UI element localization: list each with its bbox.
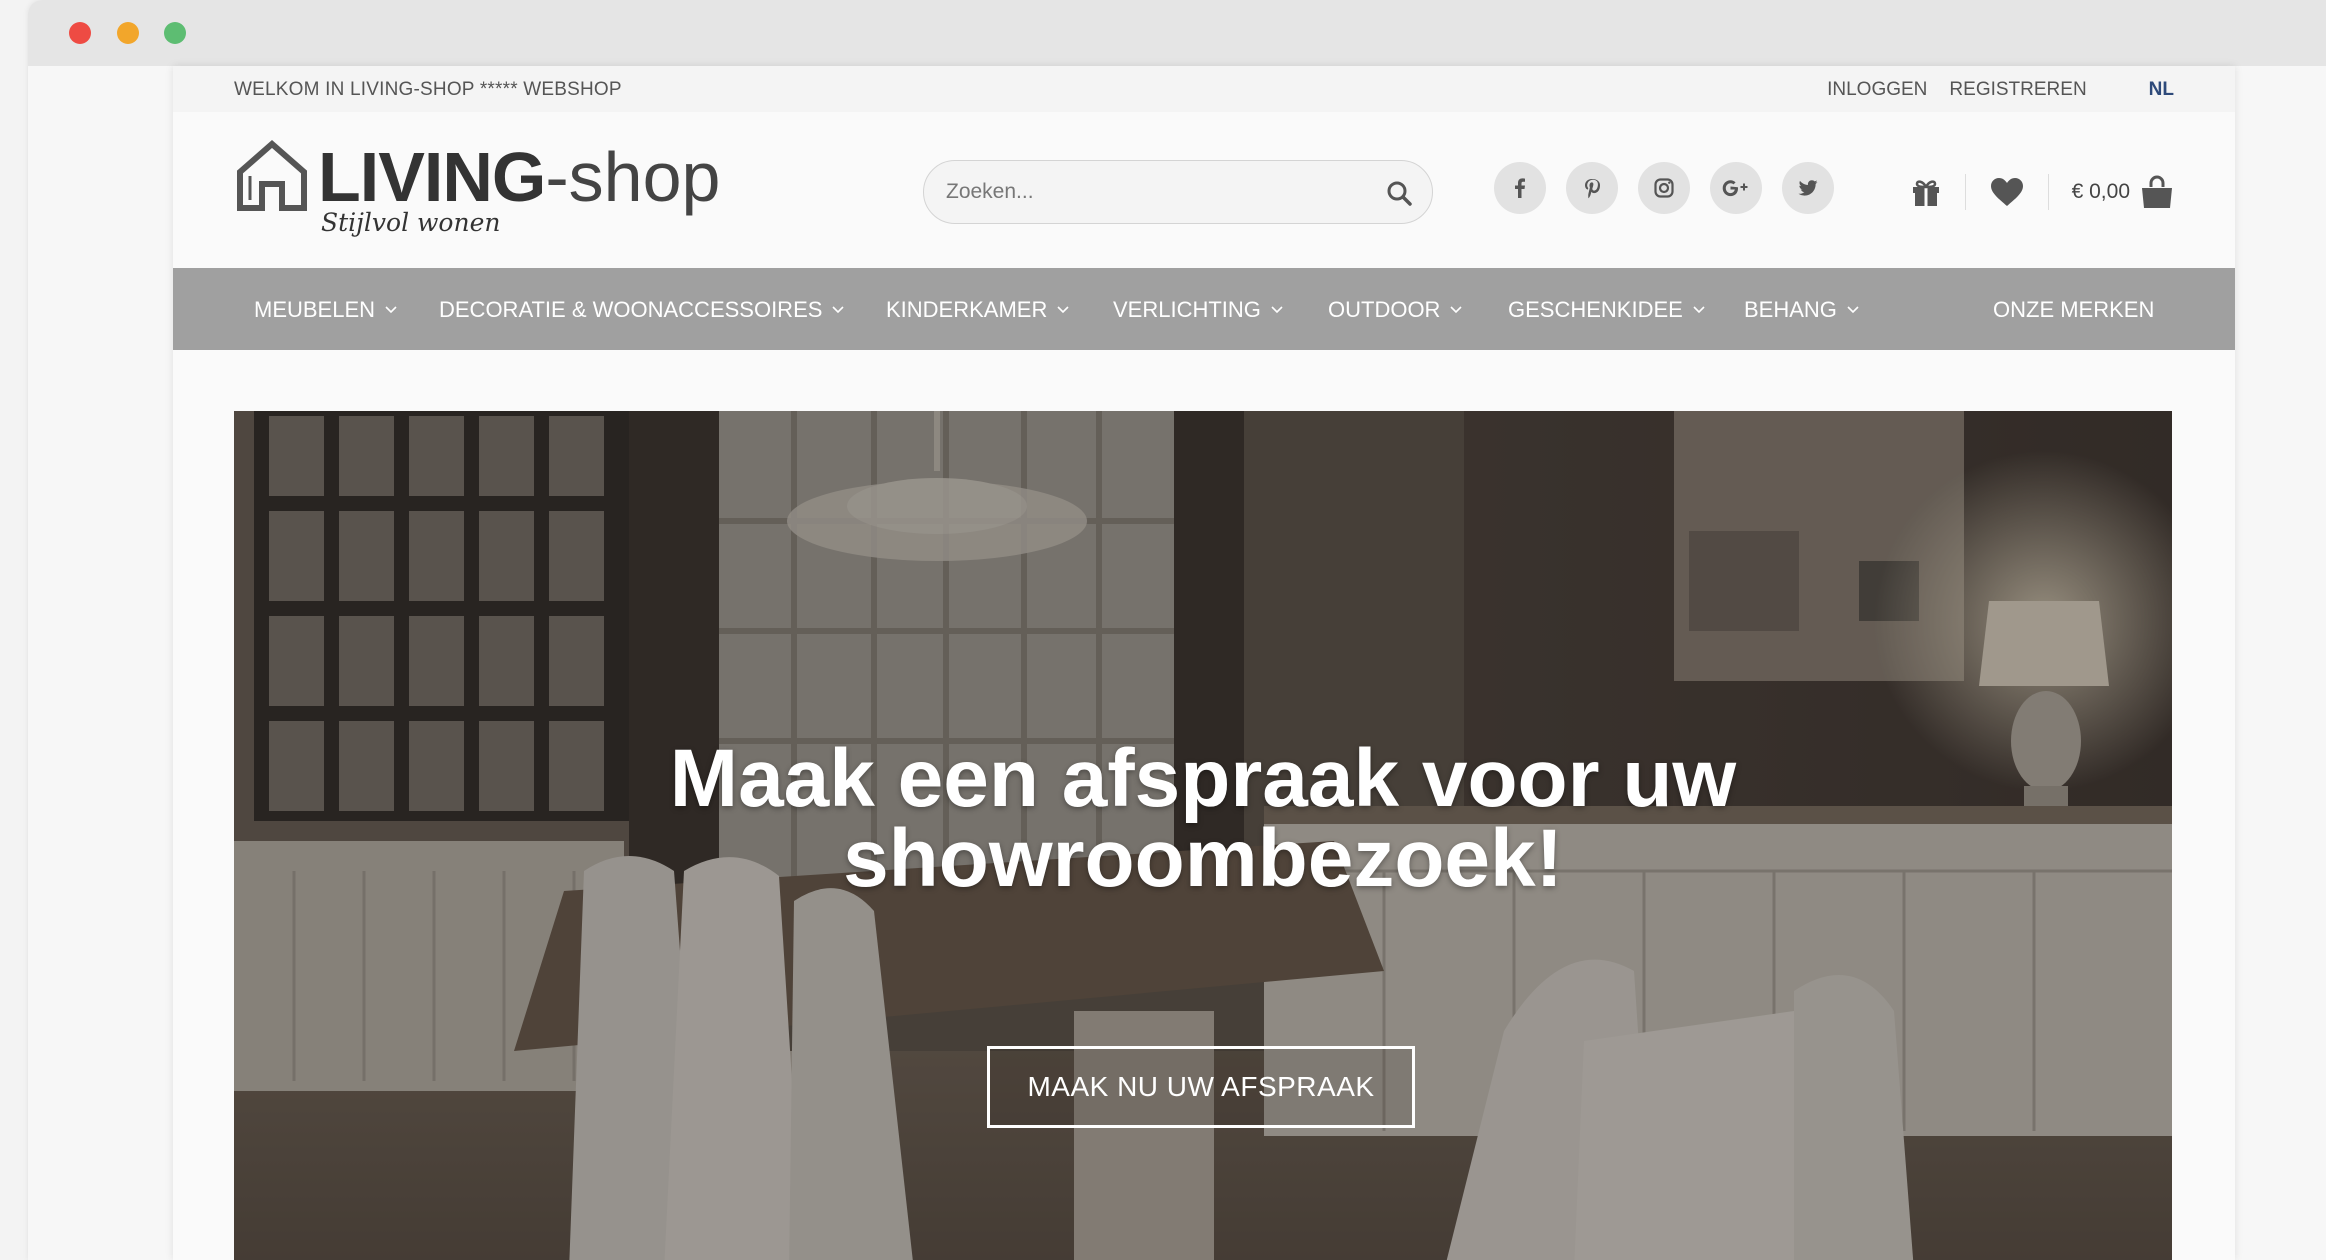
hero-title: Maak een afspraak voor uw showroombezoek…: [234, 733, 2172, 904]
search-icon[interactable]: [1386, 180, 1412, 206]
hero-banner: Maak een afspraak voor uw showroombezoek…: [234, 411, 2172, 1260]
gift-icon[interactable]: [1910, 177, 1942, 207]
cart-button[interactable]: € 0,00: [2072, 175, 2174, 209]
search-input[interactable]: [946, 180, 1366, 204]
nav-item-label: OUTDOOR: [1328, 297, 1441, 322]
twitter-icon[interactable]: [1782, 162, 1834, 214]
facebook-icon[interactable]: [1494, 162, 1546, 214]
chevron-down-icon: [1057, 306, 1069, 314]
logo-tagline: Stijlvol wonen: [321, 208, 501, 237]
nav-item-kinderkamer[interactable]: KINDERKAMER: [886, 297, 1069, 323]
google-plus-icon[interactable]: [1710, 162, 1762, 214]
logo-light-text: -shop: [545, 138, 721, 216]
nav-item-onze-merken[interactable]: ONZE MERKEN: [1993, 297, 2154, 323]
divider: [1964, 174, 1966, 210]
make-appointment-button[interactable]: MAAK NU UW AFSPRAAK: [987, 1046, 1415, 1128]
login-link[interactable]: INLOGGEN: [1827, 79, 1927, 101]
header-actions: € 0,00: [1910, 172, 2174, 212]
welcome-text: WELKOM IN LIVING-SHOP ***** WEBSHOP: [234, 79, 622, 100]
nav-item-meubelen[interactable]: MEUBELEN: [254, 297, 397, 323]
nav-item-geschenkidee[interactable]: GESCHENKIDEE: [1508, 297, 1705, 323]
nav-item-outdoor[interactable]: OUTDOOR: [1328, 297, 1463, 323]
close-window-button[interactable]: [69, 22, 91, 44]
pinterest-icon[interactable]: [1566, 162, 1618, 214]
chevron-down-icon: [1693, 306, 1705, 314]
main-navigation: MEUBELEN DECORATIE & WOONACCESSOIRES KIN…: [173, 268, 2235, 350]
search-box: [923, 160, 1433, 224]
chevron-down-icon: [832, 306, 844, 314]
divider: [2047, 174, 2049, 210]
instagram-icon[interactable]: [1638, 162, 1690, 214]
nav-item-label: MEUBELEN: [254, 297, 376, 322]
hero-title-line1: Maak een afspraak voor uw: [669, 733, 1737, 824]
browser-title-bar: [28, 0, 2326, 66]
webpage: WELKOM IN LIVING-SHOP ***** WEBSHOP INLO…: [173, 66, 2235, 1260]
nav-item-decoratie[interactable]: DECORATIE & WOONACCESSOIRES: [439, 297, 844, 323]
nav-item-behang[interactable]: BEHANG: [1744, 297, 1859, 323]
language-selector[interactable]: NL: [2149, 79, 2174, 101]
house-logo-icon: [237, 140, 307, 211]
nav-item-label: ONZE MERKEN: [1993, 297, 2155, 322]
nav-item-label: BEHANG: [1744, 297, 1837, 322]
browser-window: WELKOM IN LIVING-SHOP ***** WEBSHOP INLO…: [28, 0, 2326, 1260]
maximize-window-button[interactable]: [164, 22, 186, 44]
nav-item-label: DECORATIE & WOONACCESSOIRES: [439, 297, 823, 322]
chevron-down-icon: [1271, 306, 1283, 314]
nav-item-verlichting[interactable]: VERLICHTING: [1113, 297, 1283, 323]
logo-wordmark: LIVING-shop: [318, 142, 720, 212]
account-links: INLOGGEN REGISTREREN NL: [1805, 79, 2174, 101]
hero-title-line2: showroombezoek!: [843, 813, 1563, 904]
nav-item-label: GESCHENKIDEE: [1508, 297, 1683, 322]
social-links: [1494, 162, 1854, 214]
chevron-down-icon: [385, 306, 397, 314]
chevron-down-icon: [1847, 306, 1859, 314]
shopping-bag-icon: [2142, 175, 2172, 208]
nav-item-label: KINDERKAMER: [886, 297, 1048, 322]
cart-amount: € 0,00: [2071, 180, 2130, 203]
site-logo[interactable]: LIVING-shop Stijlvol wonen: [234, 138, 754, 248]
nav-item-label: VERLICHTING: [1113, 297, 1261, 322]
site-header: LIVING-shop Stijlvol wonen Zoeken... € 0…: [173, 112, 2235, 268]
minimize-window-button[interactable]: [117, 22, 139, 44]
logo-bold-text: LIVING: [318, 138, 546, 216]
chevron-down-icon: [1450, 306, 1463, 314]
register-link[interactable]: REGISTREREN: [1949, 79, 2086, 101]
top-bar: WELKOM IN LIVING-SHOP ***** WEBSHOP INLO…: [173, 66, 2235, 112]
wishlist-heart-icon[interactable]: [1989, 177, 2025, 207]
